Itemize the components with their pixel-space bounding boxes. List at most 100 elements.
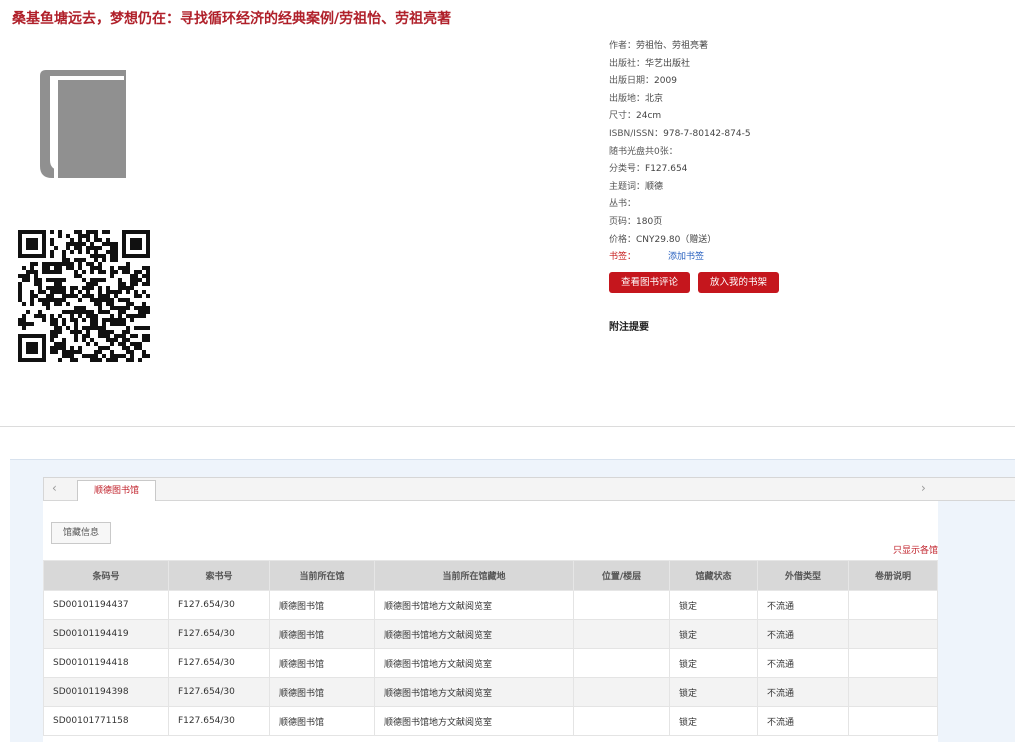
meta-label: 出版日期： xyxy=(609,76,655,87)
table-row: SD00101194398 F127.654/30 顺德图书馆 顺德图书馆地方文献阅览… xyxy=(43,677,938,707)
meta-row: 丛书： xyxy=(609,196,751,214)
meta-value: F127.654 xyxy=(645,164,688,175)
meta-label: 分类号： xyxy=(609,164,646,175)
table-cell: 顺德图书馆地方文献阅览室 xyxy=(374,706,574,736)
meta-value: 北京 xyxy=(645,93,664,104)
tab-holdings-info[interactable]: 馆藏信息 xyxy=(51,522,111,543)
table-cell: 顺德图书馆地方文献阅览室 xyxy=(374,648,574,678)
tabs-prev-arrow-icon[interactable]: ‹ xyxy=(52,481,57,495)
meta-value: 2009 xyxy=(654,76,677,87)
meta-value: 华艺出版社 xyxy=(645,58,691,69)
table-cell: 顺德图书馆 xyxy=(269,648,375,678)
table-cell xyxy=(848,619,938,649)
book-metadata: 作者：劳祖怡、劳祖亮著 出版社：华艺出版社 出版日期：2009 出版地：北京 尺寸：24… xyxy=(609,38,751,267)
table-cell: SD00101194398 xyxy=(43,677,169,707)
meta-row: 页码：180页 xyxy=(609,214,751,232)
table-cell: SD00101194419 xyxy=(43,619,169,649)
table-cell xyxy=(573,619,670,649)
meta-row: ISBN/ISSN：978-7-80142-874-5 xyxy=(609,126,751,144)
meta-row: 出版社：华艺出版社 xyxy=(609,56,751,74)
meta-row: 出版地：北京 xyxy=(609,91,751,109)
table-cell: 锁定 xyxy=(669,648,758,678)
column-header: 条码号 xyxy=(43,560,169,591)
page-title: 桑基鱼塘远去，梦想仍在：寻找循环经济的经典案例/劳祖怡、劳祖亮著 xyxy=(12,11,452,27)
table-cell: 不流通 xyxy=(757,677,849,707)
table-cell: SD00101771158 xyxy=(43,706,169,736)
add-tag-link[interactable]: 添加书签 xyxy=(668,252,704,262)
qr-code-icon[interactable] xyxy=(18,230,150,362)
meta-label: 主题词： xyxy=(609,181,646,192)
meta-label: 价格： xyxy=(609,234,637,245)
meta-value: 978-7-80142-874-5 xyxy=(663,128,751,139)
table-cell: SD00101194418 xyxy=(43,648,169,678)
table-cell: 锁定 xyxy=(669,706,758,736)
meta-label: 随书光盘共0张： xyxy=(609,146,678,157)
table-cell: 锁定 xyxy=(669,619,758,649)
meta-label: 页码： xyxy=(609,216,637,227)
meta-label: 出版地： xyxy=(609,93,646,104)
meta-value: 劳祖怡、劳祖亮著 xyxy=(636,41,709,51)
meta-row: 分类号：F127.654 xyxy=(609,161,751,179)
meta-row: 作者：劳祖怡、劳祖亮著 xyxy=(609,38,751,56)
table-cell: 顺德图书馆 xyxy=(269,590,375,620)
table-cell xyxy=(848,648,938,678)
meta-row: 尺寸：24cm xyxy=(609,108,751,126)
view-reviews-button[interactable]: 查看图书评论 xyxy=(609,272,690,293)
column-header: 当前所在馆藏地 xyxy=(374,560,574,591)
column-header: 当前所在馆 xyxy=(269,560,375,591)
meta-label: 出版社： xyxy=(609,58,646,69)
table-cell: F127.654/30 xyxy=(168,648,270,678)
tags-label: 书签： xyxy=(609,252,637,263)
table-row: SD00101194437 F127.654/30 顺德图书馆 顺德图书馆地方文献阅览… xyxy=(43,590,938,620)
meta-value: CNY29.80（赠送） xyxy=(636,234,717,245)
column-header: 位置/楼层 xyxy=(573,560,670,591)
table-cell xyxy=(573,590,670,620)
table-row: SD00101771158 F127.654/30 顺德图书馆 顺德图书馆地方文献阅览… xyxy=(43,706,938,736)
table-header-row: 条码号 索书号 当前所在馆 当前所在馆藏地 位置/楼层 馆藏状态 外借类型 卷册说明 xyxy=(43,560,938,591)
table-row: SD00101194418 F127.654/30 顺德图书馆 顺德图书馆地方文献阅览… xyxy=(43,648,938,678)
meta-label: ISBN/ISSN： xyxy=(609,128,664,139)
table-cell: 顺德图书馆地方文献阅览室 xyxy=(374,677,574,707)
meta-label: 尺寸： xyxy=(609,111,637,122)
table-cell xyxy=(573,706,670,736)
library-tabs-bar: ‹ 顺德图书馆 › xyxy=(43,477,1015,502)
tab-shunde-library[interactable]: 顺德图书馆 xyxy=(77,480,156,502)
holdings-table: 条码号 索书号 当前所在馆 当前所在馆藏地 位置/楼层 馆藏状态 外借类型 卷册说明 SD00… xyxy=(43,560,938,736)
meta-row: 随书光盘共0张： xyxy=(609,144,751,162)
meta-label: 作者： xyxy=(609,41,637,51)
column-header: 卷册说明 xyxy=(848,560,938,591)
column-header: 索书号 xyxy=(168,560,270,591)
table-cell: F127.654/30 xyxy=(168,706,270,736)
table-cell xyxy=(573,648,670,678)
table-cell: 不流通 xyxy=(757,590,849,620)
column-header: 馆藏状态 xyxy=(669,560,758,591)
book-icon xyxy=(40,70,126,178)
table-cell xyxy=(573,677,670,707)
table-cell: 不流通 xyxy=(757,619,849,649)
tabs-next-arrow-icon[interactable]: › xyxy=(921,481,926,495)
meta-value: 24cm xyxy=(636,111,662,122)
meta-row: 价格：CNY29.80（赠送） xyxy=(609,232,751,250)
meta-row: 出版日期：2009 xyxy=(609,73,751,91)
table-cell: 顺德图书馆 xyxy=(269,619,375,649)
table-cell: F127.654/30 xyxy=(168,677,270,707)
only-this-library-link[interactable]: 只显示各馆 xyxy=(893,543,938,556)
table-cell: 顺德图书馆地方文献阅览室 xyxy=(374,590,574,620)
meta-value: 顺德 xyxy=(645,181,664,192)
table-cell: 顺德图书馆 xyxy=(269,677,375,707)
table-cell: 锁定 xyxy=(669,590,758,620)
table-cell: 不流通 xyxy=(757,648,849,678)
table-row: SD00101194419 F127.654/30 顺德图书馆 顺德图书馆地方文献阅览… xyxy=(43,619,938,649)
meta-row: 主题词：顺德 xyxy=(609,179,751,197)
add-to-shelf-button[interactable]: 放入我的书架 xyxy=(698,272,779,293)
table-cell: F127.654/30 xyxy=(168,619,270,649)
column-header: 外借类型 xyxy=(757,560,849,591)
table-cell: 不流通 xyxy=(757,706,849,736)
table-cell xyxy=(848,706,938,736)
table-cell: F127.654/30 xyxy=(168,590,270,620)
tab-underline xyxy=(51,543,111,544)
table-cell xyxy=(848,590,938,620)
table-cell: 顺德图书馆地方文献阅览室 xyxy=(374,619,574,649)
table-cell xyxy=(848,677,938,707)
notes-heading: 附注提要 xyxy=(609,322,649,333)
